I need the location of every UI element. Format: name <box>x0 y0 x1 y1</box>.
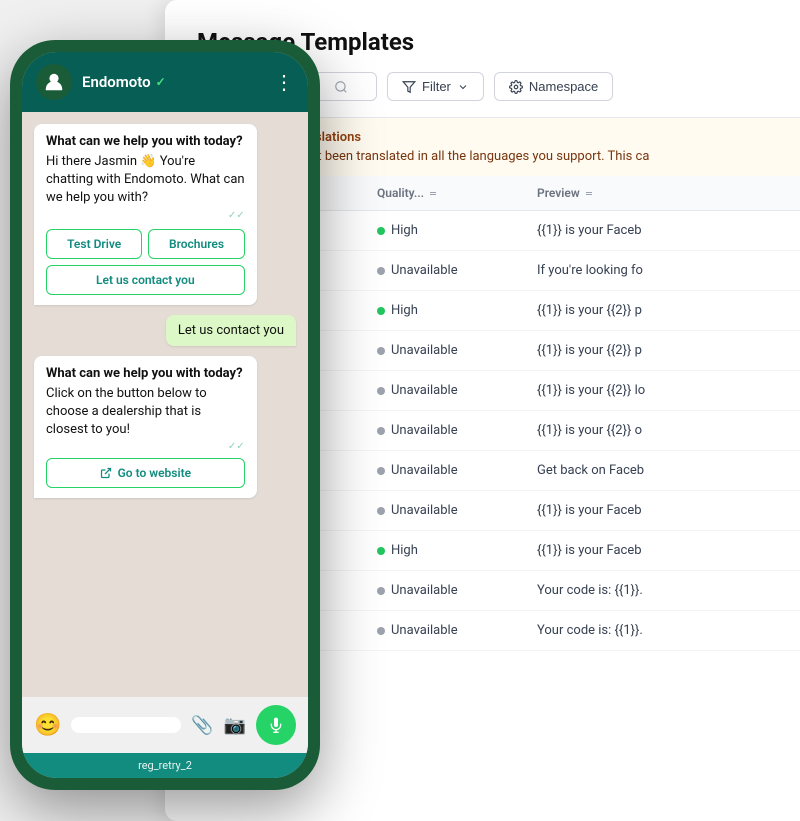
phone-inner: Endomoto ✓ ⋮ What can we help you with t… <box>22 52 308 778</box>
quality-label: Unavailable <box>391 583 458 598</box>
preview-cell: If you're looking fo <box>537 263 768 278</box>
quality-dot <box>377 587 385 595</box>
bottom-label: reg_retry_2 <box>54 759 276 772</box>
user-message-1: Let us contact you <box>166 315 296 346</box>
quality-cell: High <box>377 543 537 558</box>
column-quality[interactable]: Quality... <box>377 186 537 200</box>
contact-name: Endomoto ✓ <box>82 73 264 91</box>
preview-cell: {{1}} is your {{2}} lo <box>537 383 768 398</box>
filter-button[interactable]: Filter <box>387 72 484 101</box>
quality-dot <box>377 267 385 275</box>
whatsapp-input-bar: 😊 📎 📷 <box>22 697 308 753</box>
preview-cell: {{1}} is your Faceb <box>537 543 768 558</box>
sort-icon <box>430 192 436 195</box>
bot-message-1: What can we help you with today? Hi ther… <box>34 124 257 305</box>
quality-cell: Unavailable <box>377 503 537 518</box>
quality-label: Unavailable <box>391 423 458 438</box>
quality-label: Unavailable <box>391 383 458 398</box>
quality-dot <box>377 307 385 315</box>
phone-bottom-bar: reg_retry_2 <box>22 753 308 778</box>
quality-label: Unavailable <box>391 263 458 278</box>
preview-cell: {{1}} is your {{2}} p <box>537 303 768 318</box>
quality-label: Unavailable <box>391 343 458 358</box>
quality-dot <box>377 227 385 235</box>
quick-reply-buttons: Test Drive Brochures <box>46 229 245 259</box>
sort-icon <box>586 192 592 195</box>
test-drive-button[interactable]: Test Drive <box>46 229 142 259</box>
quality-cell: Unavailable <box>377 583 537 598</box>
quality-label: High <box>391 543 418 558</box>
preview-cell: Get back on Faceb <box>537 463 768 478</box>
phone-mockup: Endomoto ✓ ⋮ What can we help you with t… <box>10 40 320 790</box>
preview-cell: {{1}} is your {{2}} p <box>537 343 768 358</box>
whatsapp-header: Endomoto ✓ ⋮ <box>22 52 308 112</box>
bot-message-2: What can we help you with today? Click o… <box>34 356 257 499</box>
more-options-icon[interactable]: ⋮ <box>274 70 294 94</box>
quality-cell: Unavailable <box>377 383 537 398</box>
avatar <box>36 64 72 100</box>
go-to-website-label: Go to website <box>118 466 191 480</box>
emoji-icon[interactable]: 😊 <box>34 713 61 738</box>
bot-msg-bold-1: What can we help you with today? <box>46 134 245 149</box>
bot-msg-text-2: Click on the button below to choose a de… <box>46 385 245 440</box>
external-link-icon <box>100 467 112 479</box>
namespace-button[interactable]: Namespace <box>494 72 613 101</box>
brochures-button[interactable]: Brochures <box>148 229 244 259</box>
message-input[interactable] <box>71 717 181 733</box>
quality-cell: Unavailable <box>377 423 537 438</box>
quality-dot <box>377 547 385 555</box>
quality-label: Unavailable <box>391 623 458 638</box>
quality-label: High <box>391 303 418 318</box>
preview-cell: {{1}} is your Faceb <box>537 223 768 238</box>
go-to-website-button[interactable]: Go to website <box>46 458 245 488</box>
quality-dot <box>377 627 385 635</box>
quality-cell: Unavailable <box>377 623 537 638</box>
quality-dot <box>377 467 385 475</box>
preview-cell: Your code is: {{1}}. <box>537 623 768 638</box>
quality-cell: Unavailable <box>377 263 537 278</box>
msg-tick-2: ✓✓ <box>46 441 245 452</box>
quality-dot <box>377 347 385 355</box>
quality-label: Unavailable <box>391 503 458 518</box>
contact-info: Endomoto ✓ <box>82 73 264 91</box>
camera-icon[interactable]: 📷 <box>224 715 246 736</box>
preview-cell: {{1}} is your {{2}} o <box>537 423 768 438</box>
user-msg-text: Let us contact you <box>178 323 284 338</box>
let-us-contact-button[interactable]: Let us contact you <box>46 265 245 295</box>
quality-dot <box>377 427 385 435</box>
namespace-label: Namespace <box>529 79 598 94</box>
bot-msg-bold-2: What can we help you with today? <box>46 366 245 381</box>
microphone-icon <box>268 717 284 733</box>
attach-icon[interactable]: 📎 <box>191 715 213 736</box>
quality-cell: Unavailable <box>377 463 537 478</box>
verified-badge: ✓ <box>156 75 166 89</box>
chat-area: What can we help you with today? Hi ther… <box>22 112 308 697</box>
msg-tick-1: ✓✓ <box>46 210 245 221</box>
bot-msg-text-1: Hi there Jasmin 👋 You're chatting with E… <box>46 153 245 208</box>
filter-icon <box>402 80 416 94</box>
search-icon <box>334 80 348 94</box>
quality-dot <box>377 387 385 395</box>
quality-dot <box>377 507 385 515</box>
mic-button[interactable] <box>256 705 296 745</box>
quality-label: High <box>391 223 418 238</box>
filter-label: Filter <box>422 79 451 94</box>
preview-cell: {{1}} is your Faceb <box>537 503 768 518</box>
preview-cell: Your code is: {{1}}. <box>537 583 768 598</box>
gear-icon <box>509 80 523 94</box>
quality-cell: High <box>377 303 537 318</box>
chevron-down-icon <box>457 81 469 93</box>
quality-label: Unavailable <box>391 463 458 478</box>
column-preview[interactable]: Preview <box>537 186 768 200</box>
phone-outer: Endomoto ✓ ⋮ What can we help you with t… <box>10 40 320 790</box>
quality-cell: High <box>377 223 537 238</box>
quality-cell: Unavailable <box>377 343 537 358</box>
